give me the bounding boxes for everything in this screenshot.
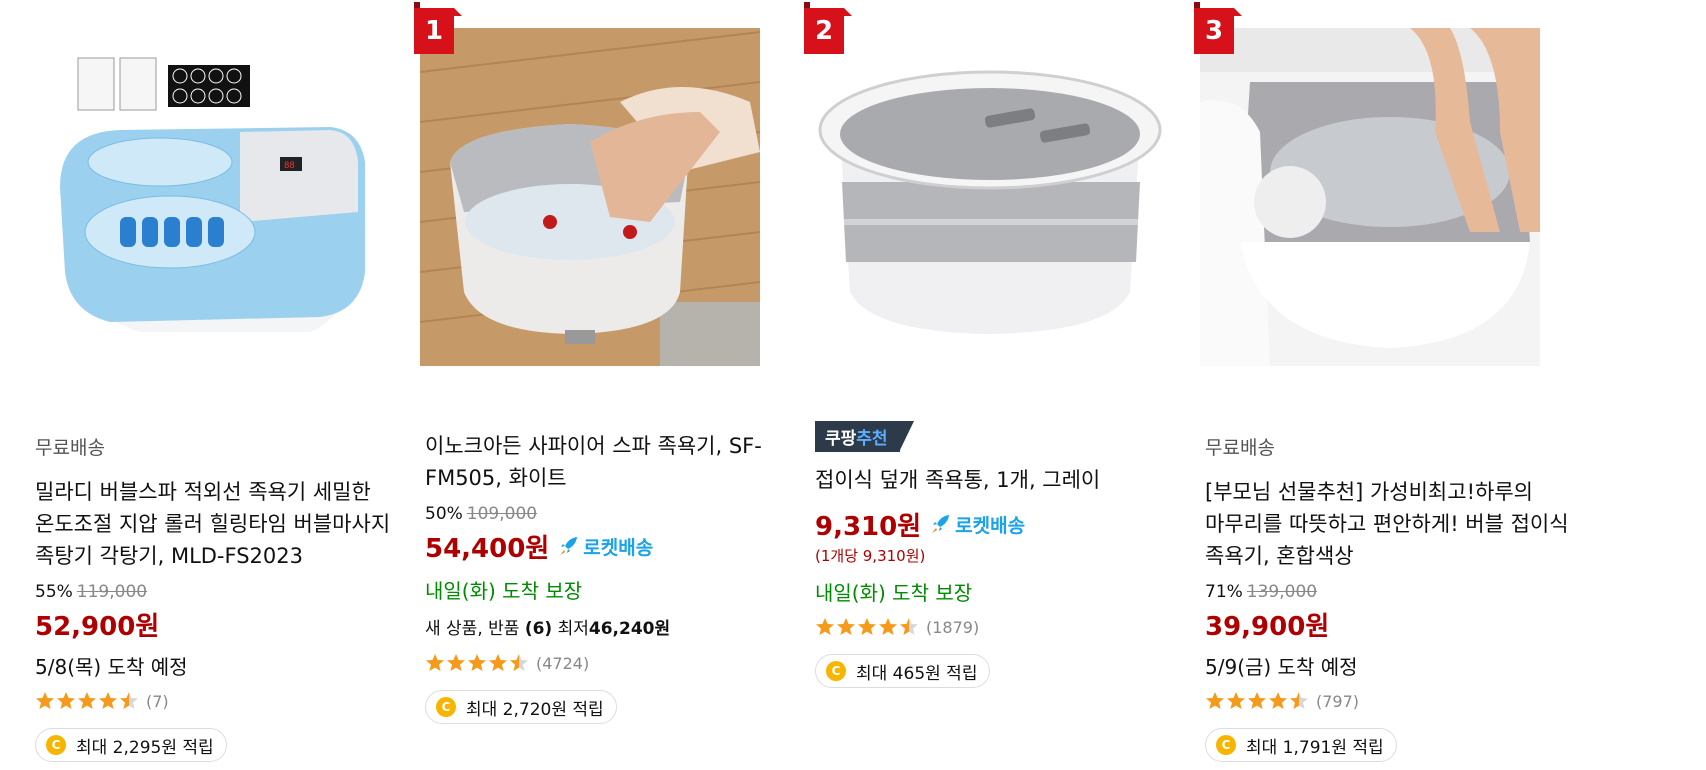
product-card-1[interactable]: 88 무료배송 밀라디 버블스파 적외선 족욕기 세밀한 온도조절 지압 롤러 … <box>30 0 410 770</box>
star-rating <box>425 653 530 673</box>
discount-rate: 55% <box>35 582 73 602</box>
free-shipping-label: 무료배송 <box>1205 437 1275 459</box>
reward-badge: C 최대 1,791원 적립 <box>1205 728 1397 762</box>
price-row: 9,310원 로켓배송 <box>815 504 1190 544</box>
star-icon <box>1248 692 1266 709</box>
reward-badge: C 최대 2,720원 적립 <box>425 690 617 724</box>
rating-row: (1879) <box>815 610 1190 644</box>
star-icon <box>36 692 54 709</box>
star-icon <box>879 618 897 635</box>
product-image-3[interactable] <box>810 12 1180 384</box>
review-count: (1879) <box>926 617 980 637</box>
reward-text: 최대 465원 적립 <box>856 663 978 684</box>
arrival-guarantee: 내일(화) 도착 보장 <box>815 581 973 605</box>
star-icon <box>120 692 138 709</box>
star-icon <box>1206 692 1224 709</box>
rank-badge: 3 <box>1194 2 1242 54</box>
coin-icon: C <box>436 697 456 717</box>
star-rating <box>1205 691 1310 711</box>
product-grid: 88 무료배송 밀라디 버블스파 적외선 족욕기 세밀한 온도조절 지압 롤러 … <box>0 0 1706 770</box>
reward-text: 최대 2,720원 적립 <box>466 699 604 720</box>
unit-price: (1개당 9,310원) <box>815 547 926 565</box>
star-icon <box>57 692 75 709</box>
rocket-icon <box>560 537 578 555</box>
star-rating <box>35 691 140 711</box>
offer-lowest-price: 46,240원 <box>588 619 671 639</box>
rating-row: (7) <box>35 684 410 718</box>
star-icon <box>447 654 465 671</box>
product-image-4[interactable] <box>1200 12 1570 384</box>
rocket-delivery-label: 로켓배송 <box>955 514 1026 537</box>
sale-price: 39,900원 <box>1205 611 1330 642</box>
discount-row: 50% 109,000 <box>425 502 800 526</box>
discount-rate: 71% <box>1205 582 1243 602</box>
reward-text: 최대 1,791원 적립 <box>1246 737 1384 758</box>
rocket-delivery-badge: 로켓배송 <box>557 533 653 560</box>
price-row: 54,400원 로켓배송 <box>425 526 800 566</box>
sale-price: 54,400원 <box>425 533 550 564</box>
review-count: (7) <box>146 691 169 711</box>
discount-rate: 50% <box>425 504 463 524</box>
product-card-2[interactable]: 1 이노크아든 사파이어 스파 족욕기, SF-FM505, 화이트 50% 1… <box>414 0 800 770</box>
product-card-4[interactable]: 3 무료배송 [부모님 선물추천] 가성비최고!하루의 마무리를 따뜻하고 편안… <box>1194 0 1580 770</box>
other-offers[interactable]: 새 상품, 반품 (6) 최저46,240원 <box>425 612 800 646</box>
arrival-estimate: 5/8(목) 도착 예정 <box>35 655 188 679</box>
rank-badge: 2 <box>804 2 852 54</box>
coin-icon: C <box>1216 735 1236 755</box>
arrival-estimate: 5/9(금) 도착 예정 <box>1205 655 1358 679</box>
coupang-recommend-badge: 쿠팡추천 <box>815 421 914 452</box>
free-shipping-label: 무료배송 <box>35 437 105 459</box>
product-name[interactable]: 이노크아든 사파이어 스파 족욕기, SF-FM505, 화이트 <box>425 430 800 494</box>
star-icon <box>900 618 918 635</box>
star-icon <box>78 692 96 709</box>
star-icon <box>489 654 507 671</box>
sale-price: 9,310원 <box>815 511 922 542</box>
offer-lowest-label: 최저 <box>557 619 589 639</box>
badge-suffix: 추천 <box>856 429 888 449</box>
review-count: (797) <box>1316 691 1360 711</box>
coin-icon: C <box>46 735 66 755</box>
product-card-3[interactable]: 2 쿠팡추천 접이식 덮개 족욕통, 1개, 그레이 9,310원 로켓배송 (… <box>804 0 1190 770</box>
rocket-icon <box>932 515 950 533</box>
discount-row: 55% 119,000 <box>35 580 410 604</box>
star-icon <box>858 618 876 635</box>
rocket-delivery-label: 로켓배송 <box>583 536 654 559</box>
rank-badge: 1 <box>414 2 462 54</box>
star-icon <box>468 654 486 671</box>
rocket-delivery-badge: 로켓배송 <box>929 511 1025 538</box>
star-icon <box>1290 692 1308 709</box>
star-icon <box>816 618 834 635</box>
offer-count: (6) <box>524 619 553 639</box>
product-image-1[interactable]: 88 <box>30 12 400 384</box>
rating-row: (797) <box>1205 684 1580 718</box>
arrival-guarantee: 내일(화) 도착 보장 <box>425 579 583 603</box>
reward-text: 최대 2,295원 적립 <box>76 737 214 758</box>
product-name[interactable]: 접이식 덮개 족욕통, 1개, 그레이 <box>815 464 1190 496</box>
rating-row: (4724) <box>425 646 800 680</box>
star-icon <box>99 692 117 709</box>
badge-prefix: 쿠팡 <box>825 429 857 449</box>
star-icon <box>1269 692 1287 709</box>
reward-badge: C 최대 2,295원 적립 <box>35 728 227 762</box>
review-count: (4724) <box>536 653 590 673</box>
product-name[interactable]: 밀라디 버블스파 적외선 족욕기 세밀한 온도조절 지압 롤러 힐링타임 버블마… <box>35 476 410 572</box>
product-image-2[interactable] <box>420 12 790 384</box>
star-icon <box>1227 692 1245 709</box>
product-name[interactable]: [부모님 선물추천] 가성비최고!하루의 마무리를 따뜻하고 편안하게! 버블 … <box>1205 476 1580 572</box>
offer-prefix: 새 상품, 반품 <box>425 619 520 639</box>
original-price: 119,000 <box>76 582 148 602</box>
original-price: 139,000 <box>1246 582 1318 602</box>
sale-price: 52,900원 <box>35 611 160 642</box>
original-price: 109,000 <box>466 504 538 524</box>
price-row: 39,900원 <box>1205 604 1580 644</box>
discount-row: 71% 139,000 <box>1205 580 1580 604</box>
star-icon <box>426 654 444 671</box>
reward-badge: C 최대 465원 적립 <box>815 654 991 688</box>
svg-text:88: 88 <box>284 161 295 171</box>
star-icon <box>510 654 528 671</box>
price-row: 52,900원 <box>35 604 410 644</box>
coin-icon: C <box>826 661 846 681</box>
star-icon <box>837 618 855 635</box>
star-rating <box>815 617 920 637</box>
